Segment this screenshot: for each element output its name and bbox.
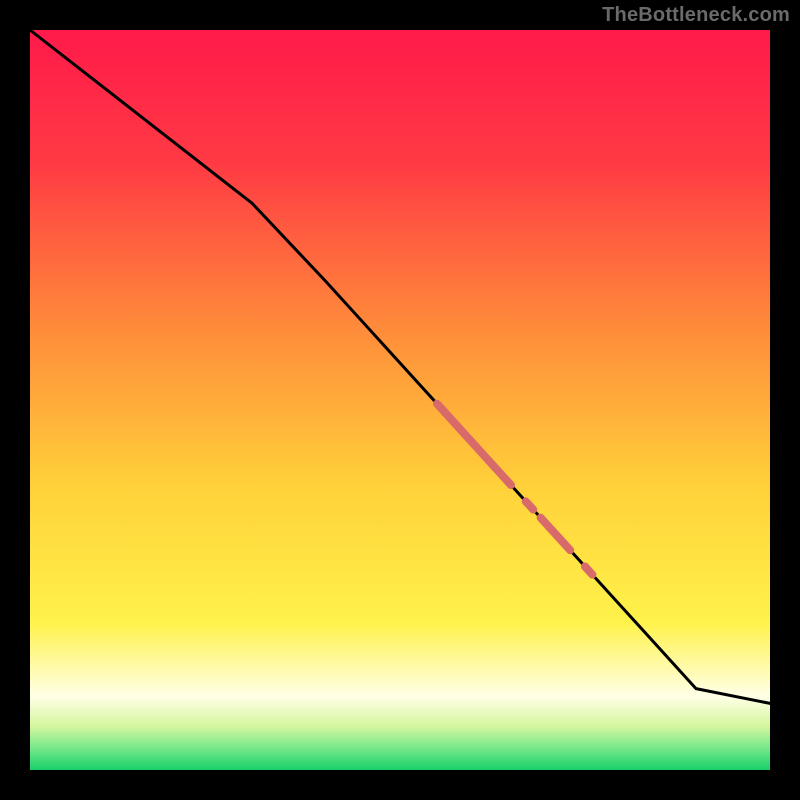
bottleneck-chart: [0, 0, 800, 800]
attribution-label: TheBottleneck.com: [602, 4, 790, 27]
chart-stage: TheBottleneck.com: [0, 0, 800, 800]
highlight-segment: [585, 567, 592, 575]
highlight-segment: [526, 501, 533, 509]
plot-background: [30, 30, 770, 770]
